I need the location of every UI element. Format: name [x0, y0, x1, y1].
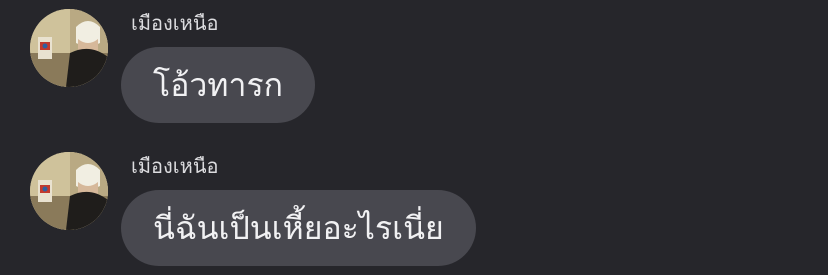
message-bubble[interactable]: นี่ฉันเป็นเหี้ยอะไรเนี่ย: [121, 190, 476, 266]
chat-thread: เมืองเหนือ โอ้วทารก เมืองเหนือ นี่ฉันเป็…: [0, 0, 828, 275]
sender-avatar[interactable]: [30, 9, 108, 87]
message-bubble[interactable]: โอ้วทารก: [121, 47, 315, 123]
user-avatar-photo-icon: [30, 152, 108, 230]
sender-name: เมืองเหนือ: [131, 11, 219, 35]
sender-name: เมืองเหนือ: [131, 154, 219, 178]
sender-avatar[interactable]: [30, 152, 108, 230]
user-avatar-photo-icon: [30, 9, 108, 87]
